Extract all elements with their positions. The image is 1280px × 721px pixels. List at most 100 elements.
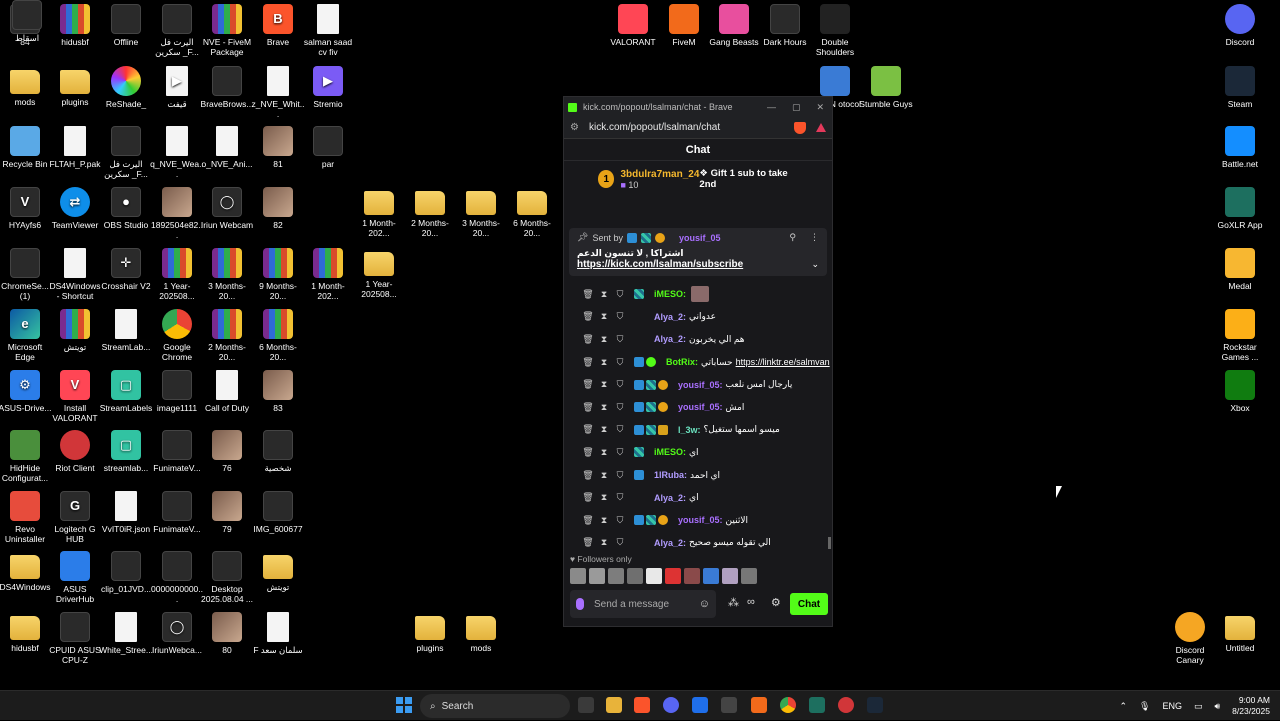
pinned-user[interactable]: yousif_05 bbox=[679, 233, 721, 243]
chat-message[interactable]: 🗑︎ ⧗ ⛉ iMESO: bbox=[564, 283, 832, 306]
emote-button[interactable] bbox=[722, 568, 738, 584]
chat-username[interactable]: iMESO: bbox=[654, 289, 686, 299]
kick-points-icon[interactable]: ⁂ bbox=[728, 596, 739, 609]
desktop-icon[interactable]: Call of Duty bbox=[200, 370, 254, 413]
chat-message[interactable]: 🗑︎ ⧗ ⛉ yousif_05: يارجال امس نلعب bbox=[564, 373, 832, 396]
chat-message[interactable]: 🗑︎ ⧗ ⛉ l_3w: ميسو اسمها ستغيل؟ bbox=[564, 419, 832, 442]
monitor-icon[interactable]: ▭ bbox=[1194, 701, 1203, 712]
chat-message[interactable]: 🗑︎ ⧗ ⛉ Alya_2: الي تقوله ميسو صحيح bbox=[564, 532, 832, 553]
desktop-icon[interactable]: CPUID ASUS CPU-Z bbox=[48, 612, 102, 665]
delete-icon[interactable]: 🗑︎ bbox=[580, 311, 596, 322]
ban-icon[interactable]: ⛉ bbox=[612, 402, 628, 413]
pinned-message[interactable]: 📌︎ Sent by yousif_05 ⚲ ⋮ اشتراكا , لا تن… bbox=[569, 228, 827, 276]
chat-scrollbar[interactable] bbox=[828, 537, 831, 549]
desktop-icon[interactable]: FunimateV... bbox=[150, 491, 204, 534]
delete-icon[interactable]: 🗑︎ bbox=[580, 424, 596, 435]
browser-window[interactable]: kick.com/popout/lsalman/chat - Brave — ▢… bbox=[563, 96, 833, 627]
chat-message[interactable]: 🗑︎ ⧗ ⛉ Alya_2: هم الي يخربون bbox=[564, 328, 832, 351]
emote-button[interactable] bbox=[684, 568, 700, 584]
desktop-icon[interactable]: ChromeSe... (1) bbox=[0, 248, 52, 301]
title-bar[interactable]: kick.com/popout/lsalman/chat - Brave — ▢… bbox=[564, 97, 832, 117]
emote-button[interactable] bbox=[703, 568, 719, 584]
desktop-icon[interactable]: FLTAH_P.pak bbox=[48, 126, 102, 169]
top-gifter-banner[interactable]: 1 3bdulra7man_24 ■ 10 ❖ Gift 1 sub to ta… bbox=[564, 161, 832, 197]
minimize-button[interactable]: — bbox=[767, 102, 776, 113]
speaker-icon[interactable]: 🔊︎ bbox=[1215, 701, 1221, 712]
delete-icon[interactable]: 🗑︎ bbox=[580, 289, 596, 300]
emote-button[interactable] bbox=[665, 568, 681, 584]
desktop-icon[interactable]: ReShade_ bbox=[99, 66, 153, 109]
desktop-icon[interactable]: 9 Months-20... bbox=[251, 248, 305, 301]
desktop-icon[interactable]: o_NVE_Ani... bbox=[200, 126, 254, 169]
desktop-icon[interactable]: 3 Months-20... bbox=[200, 248, 254, 301]
desktop-icon[interactable]: 1 Month-202... bbox=[352, 187, 406, 238]
steam-taskbar-icon[interactable] bbox=[867, 697, 883, 713]
desktop-icon[interactable]: 80 bbox=[200, 612, 254, 655]
chat-message[interactable]: 🗑︎ ⧗ ⛉ iMESO: اي bbox=[564, 441, 832, 464]
delete-icon[interactable]: 🗑︎ bbox=[580, 470, 596, 481]
desktop-icon[interactable]: DS4Windows - Shortcut bbox=[48, 248, 102, 301]
desktop-icon[interactable]: Discord Canary bbox=[1163, 612, 1217, 665]
chat-message[interactable]: 🗑︎ ⧗ ⛉ yousif_05: امش bbox=[564, 396, 832, 419]
desktop-icon[interactable]: Recycle Bin bbox=[0, 126, 52, 169]
timeout-icon[interactable]: ⧗ bbox=[596, 470, 612, 481]
desktop-icon[interactable]: Steam bbox=[1213, 66, 1267, 109]
desktop-icon[interactable]: شخصية bbox=[251, 430, 305, 473]
desktop-icon[interactable]: z_NVE_Whit... bbox=[251, 66, 305, 119]
brave-rewards-icon[interactable] bbox=[816, 123, 826, 132]
desktop-icon[interactable]: ASUS DriverHub bbox=[48, 551, 102, 604]
emote-button[interactable] bbox=[570, 568, 586, 584]
desktop-icon[interactable]: BraveBrows... bbox=[200, 66, 254, 109]
timeout-icon[interactable]: ⧗ bbox=[596, 492, 612, 503]
desktop-icon[interactable]: ✛ Crosshair V2 bbox=[99, 248, 153, 291]
pinned-link[interactable]: https://kick.com/lsalman/subscribe bbox=[577, 259, 743, 270]
address-bar[interactable]: ⚙ kick.com/popout/lsalman/chat bbox=[564, 117, 832, 139]
desktop-icon[interactable]: Untitled bbox=[1213, 612, 1267, 653]
emote-button[interactable] bbox=[741, 568, 757, 584]
desktop-icon[interactable]: اليرت فل سكرين _F... bbox=[150, 4, 204, 57]
emote-button[interactable] bbox=[646, 568, 662, 584]
desktop-icon[interactable]: mods bbox=[0, 66, 52, 107]
microphone-icon[interactable] bbox=[576, 598, 584, 610]
gifter-name[interactable]: 3bdulra7man_24 bbox=[620, 169, 699, 180]
desktop-icon[interactable]: 81 bbox=[251, 126, 305, 169]
emote-button[interactable] bbox=[589, 568, 605, 584]
desktop-icon[interactable]: ▶ قيفت bbox=[150, 66, 204, 109]
desktop-icon[interactable]: Battle.net bbox=[1213, 126, 1267, 169]
ban-icon[interactable]: ⛉ bbox=[612, 311, 628, 322]
desktop-icon[interactable]: 6 Months-20... bbox=[505, 187, 559, 238]
task-view-icon[interactable] bbox=[578, 697, 594, 713]
ban-icon[interactable]: ⛉ bbox=[612, 334, 628, 345]
store-taskbar-icon[interactable] bbox=[692, 697, 708, 713]
desktop-icon[interactable]: تويتش bbox=[251, 551, 305, 592]
desktop-icon[interactable]: 1 Year-202508... bbox=[150, 248, 204, 301]
timeout-icon[interactable]: ⧗ bbox=[596, 379, 612, 390]
desktop-icon[interactable]: Stumble Guys bbox=[859, 66, 913, 109]
desktop-icon[interactable]: ⇄ TeamViewer bbox=[48, 187, 102, 230]
timeout-icon[interactable]: ⧗ bbox=[596, 537, 612, 548]
desktop-icon[interactable]: Desktop 2025.08.04 ... bbox=[200, 551, 254, 604]
ban-icon[interactable]: ⛉ bbox=[612, 357, 628, 368]
chat-message[interactable]: 🗑︎ ⧗ ⛉ 1lRuba: اي احمد bbox=[564, 464, 832, 487]
chat-username[interactable]: BotRix: bbox=[666, 357, 698, 367]
desktop-icon[interactable]: Dark Hours bbox=[758, 4, 812, 47]
steam-helper-taskbar-icon[interactable] bbox=[721, 697, 737, 713]
chat-username[interactable]: l_3w: bbox=[678, 425, 701, 435]
timeout-icon[interactable]: ⧗ bbox=[596, 424, 612, 435]
ban-icon[interactable]: ⛉ bbox=[612, 424, 628, 435]
desktop-icon[interactable]: V HYAyfs6 bbox=[0, 187, 52, 230]
desktop-icon[interactable]: G Logitech G HUB bbox=[48, 491, 102, 544]
desktop-icon[interactable]: 0000000000... bbox=[150, 551, 204, 604]
delete-icon[interactable]: 🗑︎ bbox=[580, 357, 596, 368]
delete-icon[interactable]: 🗑︎ bbox=[580, 334, 596, 345]
taskbar-search[interactable]: ⌕ Search bbox=[420, 694, 570, 718]
fivem-taskbar-icon[interactable] bbox=[751, 697, 767, 713]
start-button[interactable] bbox=[396, 697, 412, 713]
close-button[interactable]: ✕ bbox=[816, 102, 824, 113]
desktop-icon[interactable]: FunimateV... bbox=[150, 430, 204, 473]
delete-icon[interactable]: 🗑︎ bbox=[580, 447, 596, 458]
desktop-icon[interactable]: 82 bbox=[251, 187, 305, 230]
desktop-icon[interactable]: Rockstar Games ... bbox=[1213, 309, 1267, 362]
desktop-icon[interactable]: White_Stree... bbox=[99, 612, 153, 655]
language-indicator[interactable]: ENG bbox=[1162, 701, 1182, 711]
